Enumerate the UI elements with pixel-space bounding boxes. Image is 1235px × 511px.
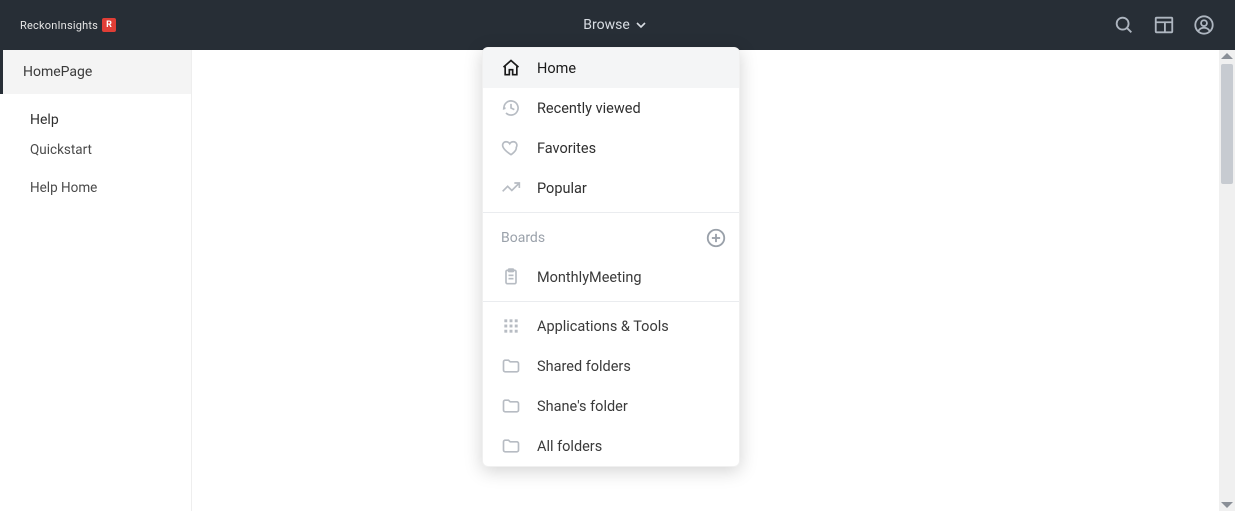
add-board-button[interactable] bbox=[705, 227, 727, 249]
top-header: ReckonInsights R Browse bbox=[0, 0, 1235, 50]
boards-title: Boards bbox=[501, 230, 545, 246]
user-circle-icon bbox=[1193, 14, 1215, 36]
dropdown-item-label: Applications & Tools bbox=[537, 318, 669, 335]
sidebar-item-label: Quickstart bbox=[30, 142, 92, 158]
dropdown-item-label: Shane's folder bbox=[537, 398, 628, 415]
dropdown-item-popular[interactable]: Popular bbox=[483, 168, 739, 208]
sidebar-item-homepage[interactable]: HomePage bbox=[0, 50, 191, 94]
dropdown-item-label: Recently viewed bbox=[537, 100, 641, 117]
sidebar-item-label: HomePage bbox=[23, 64, 92, 80]
dropdown-item-label: Favorites bbox=[537, 140, 596, 157]
dropdown-item-label: Popular bbox=[537, 180, 587, 197]
browse-menu-trigger[interactable]: Browse bbox=[583, 17, 645, 33]
layout-icon bbox=[1153, 14, 1175, 36]
dropdown-item-shared-folders[interactable]: Shared folders bbox=[483, 346, 739, 386]
scrollbar-thumb[interactable] bbox=[1221, 64, 1233, 184]
account-button[interactable] bbox=[1193, 14, 1215, 36]
clipboard-icon bbox=[501, 267, 521, 287]
dropdown-item-shanes-folder[interactable]: Shane's folder bbox=[483, 386, 739, 426]
brand-badge-icon: R bbox=[102, 18, 116, 32]
brand-name: ReckonInsights bbox=[20, 19, 98, 32]
browse-label: Browse bbox=[583, 17, 629, 33]
search-button[interactable] bbox=[1113, 14, 1135, 36]
folder-icon bbox=[501, 356, 521, 376]
dropdown-item-favorites[interactable]: Favorites bbox=[483, 128, 739, 168]
sidebar-section-help: Help bbox=[0, 94, 191, 134]
dropdown-item-label: Home bbox=[537, 60, 576, 77]
sidebar-item-help-home[interactable]: Help Home bbox=[0, 172, 191, 204]
sidebar-item-label: Help Home bbox=[30, 180, 97, 196]
heart-icon bbox=[501, 138, 521, 158]
home-icon bbox=[501, 58, 521, 78]
folder-icon bbox=[501, 396, 521, 416]
dropdown-item-home[interactable]: Home bbox=[483, 48, 739, 88]
apps-icon bbox=[501, 316, 521, 336]
dropdown-item-label: MonthlyMeeting bbox=[537, 269, 642, 286]
dropdown-item-applications-tools[interactable]: Applications & Tools bbox=[483, 306, 739, 346]
history-icon bbox=[501, 98, 521, 118]
divider bbox=[483, 301, 739, 302]
vertical-scrollbar[interactable] bbox=[1219, 50, 1235, 511]
browse-dropdown: Home Recently viewed Favorites Popular B… bbox=[482, 47, 740, 467]
header-actions bbox=[1113, 14, 1215, 36]
trending-icon bbox=[501, 178, 521, 198]
dropdown-item-label: Shared folders bbox=[537, 358, 631, 375]
dropdown-board-monthlymeeting[interactable]: MonthlyMeeting bbox=[483, 257, 739, 297]
dropdown-section-boards: Boards bbox=[483, 217, 739, 257]
plus-circle-icon bbox=[705, 227, 727, 249]
search-icon bbox=[1113, 14, 1135, 36]
dropdown-item-all-folders[interactable]: All folders bbox=[483, 426, 739, 466]
chevron-down-icon bbox=[636, 20, 646, 30]
divider bbox=[483, 212, 739, 213]
sidebar-item-quickstart[interactable]: Quickstart bbox=[0, 134, 191, 166]
layout-button[interactable] bbox=[1153, 14, 1175, 36]
dropdown-item-label: All folders bbox=[537, 438, 602, 455]
brand-logo[interactable]: ReckonInsights R bbox=[20, 18, 116, 32]
folder-icon bbox=[501, 436, 521, 456]
dropdown-item-recently-viewed[interactable]: Recently viewed bbox=[483, 88, 739, 128]
left-sidebar: HomePage Help Quickstart Help Home bbox=[0, 50, 192, 511]
